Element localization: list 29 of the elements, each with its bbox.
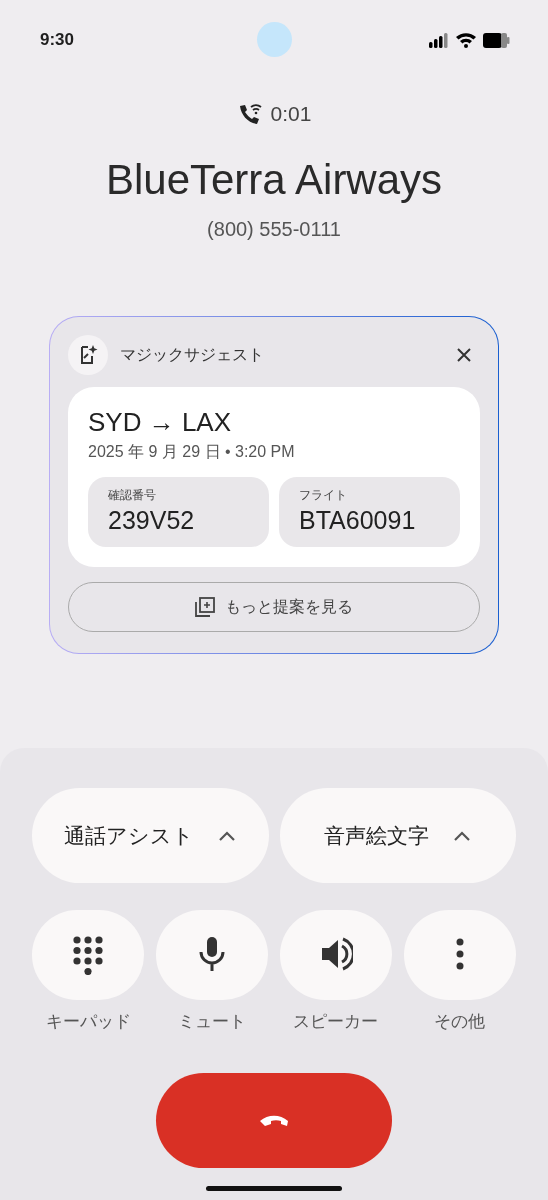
info-value: 239V52: [108, 506, 196, 535]
battery-icon: [483, 32, 510, 48]
more-suggestions-button[interactable]: もっと提案を見る: [68, 582, 480, 632]
sparkle-phone-icon: [68, 335, 108, 375]
dialpad-icon: [73, 936, 103, 975]
action-label: その他: [434, 1011, 486, 1033]
info-label: フライト: [299, 487, 348, 504]
assist-button[interactable]: 通話アシスト: [32, 788, 269, 883]
caller-number: (800) 555-0111: [206, 218, 342, 241]
speaker-icon: [321, 937, 353, 971]
call-timer: 0:01: [270, 102, 312, 126]
action-label: キーパッド: [45, 1011, 131, 1033]
microphone-icon: [199, 937, 225, 973]
assist-button[interactable]: 音声絵文字: [279, 788, 516, 883]
action-label: スピーカー: [293, 1011, 379, 1033]
flight-route: SYD → LAX: [88, 407, 233, 438]
suggestion-title: マジックサジェスト: [120, 344, 265, 365]
wifi-icon: [455, 32, 477, 48]
add-box-icon: [195, 597, 215, 617]
hang-up-icon: [259, 1113, 289, 1128]
status-time: 9:30: [40, 30, 75, 50]
camera-cutout: [257, 22, 292, 57]
action-label: ミュート: [178, 1011, 247, 1033]
info-value: BTA60091: [299, 506, 417, 535]
info-label: 確認番号: [108, 487, 157, 504]
signal-icon: [429, 32, 449, 48]
caller-name: BlueTerra Airways: [104, 156, 444, 204]
flight-datetime: 2025 年 9 月 29 日 • 3:20 PM: [88, 442, 296, 462]
more-icon: [456, 938, 464, 970]
